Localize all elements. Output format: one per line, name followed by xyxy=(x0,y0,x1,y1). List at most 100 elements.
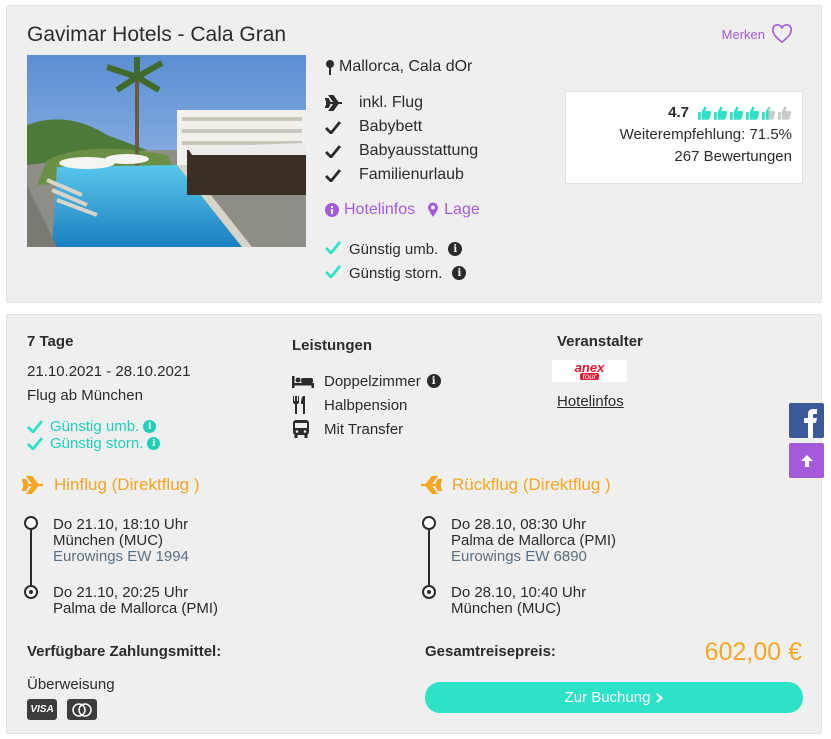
condition-label: Günstig umb. xyxy=(349,240,439,258)
info-icon[interactable]: i xyxy=(452,266,467,280)
hotel-conditions: Günstig umb. i Günstig storn. i xyxy=(325,237,467,285)
check-icon xyxy=(325,240,342,255)
rating-box[interactable]: 4.7 Weiterempfehlung: 71.5% 267 Bewertun… xyxy=(565,91,803,184)
condition-label: Günstig storn. xyxy=(50,435,144,452)
outbound-departure: Do 21.10, 18:10 Uhr München (MUC) Eurowi… xyxy=(53,517,189,565)
bed-icon xyxy=(292,376,314,388)
booking-label: Zur Buchung xyxy=(564,689,651,706)
service-board: Halbpension xyxy=(292,393,441,417)
hotelinfos-label: Hotelinfos xyxy=(344,201,416,218)
organizer-logo: anex tour xyxy=(552,360,627,382)
trip-duration: 7 Tage xyxy=(27,333,74,350)
return-flight-header: Rückflug (Direktflug ) xyxy=(420,475,611,495)
thumb-up-icon xyxy=(697,105,712,120)
total-price: 602,00 € xyxy=(704,638,802,666)
heart-icon xyxy=(772,24,792,44)
service-room: Doppelzimmer i xyxy=(292,369,441,393)
hotel-photo[interactable] xyxy=(27,55,306,247)
cutlery-icon xyxy=(293,396,305,414)
check-icon xyxy=(325,144,341,158)
condition-label: Günstig umb. xyxy=(50,418,140,435)
feature-label: Babyausstattung xyxy=(359,142,479,159)
info-icon[interactable]: i xyxy=(448,242,463,256)
return-arrival: Do 28.10, 10:40 Uhr München (MUC) xyxy=(451,585,586,617)
payment-title: Verfügbare Zahlungsmittel: xyxy=(27,643,222,660)
departure-time: Do 21.10, 18:10 Uhr xyxy=(53,516,189,533)
offer-card: 7 Tage 21.10.2021 - 28.10.2021 Flug ab M… xyxy=(6,314,822,734)
condition-stornieren: Günstig storn. i xyxy=(325,261,467,285)
check-icon xyxy=(325,120,341,134)
feature-babybett: Babybett xyxy=(325,115,478,139)
outbound-arrival: Do 21.10, 20:25 Uhr Palma de Mallorca (P… xyxy=(53,585,218,617)
arrow-up-icon xyxy=(800,454,813,467)
thumb-up-icon xyxy=(729,105,744,120)
feature-label: Babybett xyxy=(359,118,423,135)
departure-airport: Palma de Mallorca (PMI) xyxy=(451,532,617,549)
return-timeline xyxy=(422,516,436,599)
facebook-share-button[interactable] xyxy=(789,403,824,438)
thumb-up-icon xyxy=(761,105,776,120)
condition-label: Günstig storn. xyxy=(349,264,443,282)
arrival-time: Do 28.10, 10:40 Uhr xyxy=(451,584,587,601)
return-title: Rückflug (Direktflug ) xyxy=(452,475,611,494)
feature-babyausstattung: Babyausstattung xyxy=(325,139,478,163)
thumb-up-icon xyxy=(713,105,728,120)
outbound-timeline xyxy=(24,516,38,599)
payment-method: Überweisung xyxy=(27,676,115,693)
location-text: Mallorca, Cala dOr xyxy=(339,58,473,75)
feature-flight: inkl. Flug xyxy=(325,91,478,115)
departure-dot xyxy=(422,516,436,530)
lage-link[interactable]: Lage xyxy=(427,201,480,219)
flight-airline: Eurowings EW 6890 xyxy=(451,548,587,565)
merken-label: Merken xyxy=(721,26,765,42)
map-pin-icon xyxy=(326,60,334,75)
merken-button[interactable]: Merken xyxy=(722,24,793,44)
total-price-title: Gesamtreisepreis: xyxy=(425,643,556,660)
outbound-title: Hinflug (Direktflug ) xyxy=(54,475,200,494)
lage-label: Lage xyxy=(444,201,480,218)
hotelinfos-link[interactable]: Hotelinfos xyxy=(325,201,415,219)
rating-score: 4.7 xyxy=(668,104,689,121)
organizer-hotelinfos-link[interactable]: Hotelinfos xyxy=(557,393,624,410)
service-label: Mit Transfer xyxy=(324,420,404,438)
scroll-top-button[interactable] xyxy=(789,443,824,478)
outbound-flight-header: Hinflug (Direktflug ) xyxy=(22,475,200,495)
feature-label: inkl. Flug xyxy=(359,94,424,111)
departure-city: Flug ab München xyxy=(27,387,143,404)
departure-time: Do 28.10, 08:30 Uhr xyxy=(451,516,587,533)
logo-text-tour: tour xyxy=(579,373,600,381)
bus-icon xyxy=(293,420,309,438)
plane-return-icon xyxy=(421,476,442,494)
payment-cards: VISA xyxy=(27,699,97,720)
mastercard-icon xyxy=(67,699,97,720)
feature-label: Familienurlaub xyxy=(359,166,464,183)
arrival-time: Do 21.10, 20:25 Uhr xyxy=(53,584,189,601)
departure-dot xyxy=(24,516,38,530)
thumb-up-icon xyxy=(777,105,792,120)
service-transfer: Mit Transfer xyxy=(292,417,441,441)
thumbs-rating xyxy=(697,105,792,121)
feature-familienurlaub: Familienurlaub xyxy=(325,163,478,187)
info-icon[interactable]: i xyxy=(426,374,441,388)
organizer-title: Veranstalter xyxy=(557,333,643,350)
condition-umbuchen: Günstig umb. i xyxy=(325,237,466,261)
chevron-right-icon xyxy=(656,692,664,703)
feature-list: inkl. Flug Babybett Babyausstattung Fami… xyxy=(325,91,478,187)
plane-icon xyxy=(325,95,342,111)
service-label: Doppelzimmer xyxy=(324,372,421,390)
map-marker-icon xyxy=(428,202,439,217)
hotel-name[interactable]: Gavimar Hotels - Cala Gran xyxy=(27,23,286,47)
info-icon[interactable]: i xyxy=(147,437,161,450)
return-departure: Do 28.10, 08:30 Uhr Palma de Mallorca (P… xyxy=(451,517,616,565)
info-icon[interactable]: i xyxy=(143,420,157,433)
visa-icon: VISA xyxy=(27,699,57,720)
arrival-dot xyxy=(24,585,38,599)
facebook-icon xyxy=(804,409,817,438)
rating-score-row: 4.7 xyxy=(566,104,792,121)
review-count[interactable]: 267 Bewertungen xyxy=(566,148,792,165)
check-icon xyxy=(27,420,43,433)
booking-button[interactable]: Zur Buchung xyxy=(425,682,803,713)
check-icon xyxy=(27,437,43,450)
offer-conditions: Günstig umb. i Günstig storn. i xyxy=(27,418,161,452)
flight-airline: Eurowings EW 1994 xyxy=(53,548,189,565)
